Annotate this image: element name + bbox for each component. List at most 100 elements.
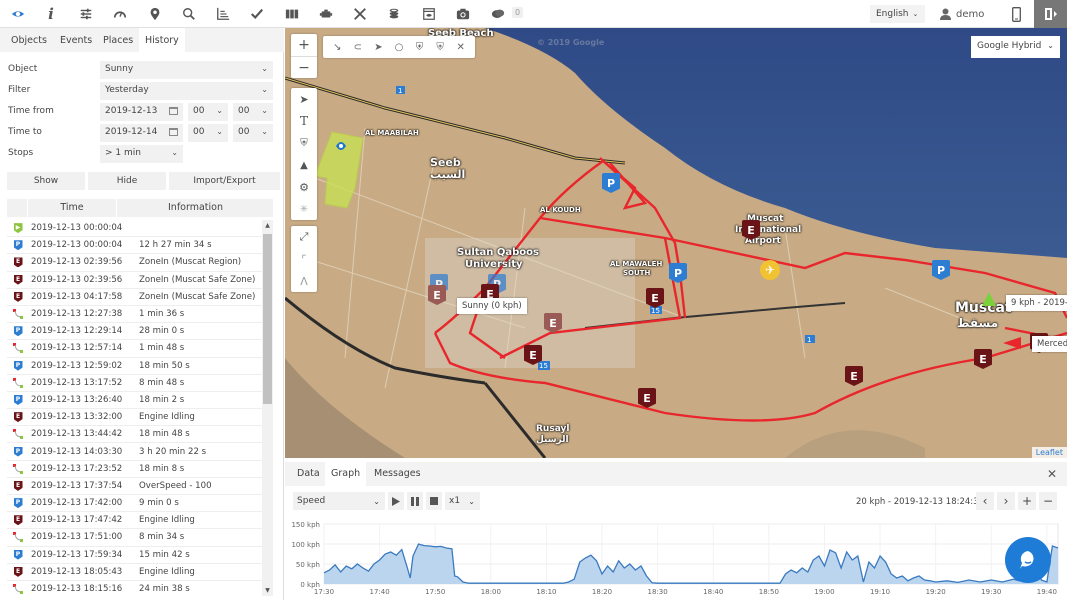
measure-icon[interactable]: Λ [291, 270, 317, 292]
stops-select[interactable]: > 1 min ⌄ [100, 145, 183, 163]
speedometer-icon[interactable] [110, 4, 130, 24]
history-row[interactable]: 2019-12-13 17:51:00 8 min 34 s [7, 529, 262, 547]
draw-marker-icon[interactable]: ⛨ [433, 40, 447, 54]
chat-icon[interactable] [488, 4, 508, 24]
search-icon[interactable] [179, 4, 199, 24]
object-select[interactable]: Sunny ⌄ [100, 61, 273, 79]
scroll-up-icon[interactable]: ▲ [262, 220, 273, 231]
history-row[interactable]: ▶ 2019-12-13 00:00:04 [7, 220, 262, 238]
show-button[interactable]: Show [7, 172, 85, 190]
graph-next-button[interactable]: › [997, 492, 1015, 510]
column-information[interactable]: Information [118, 199, 273, 217]
language-select[interactable]: English ⌄ [870, 5, 925, 23]
sliders-icon[interactable] [76, 4, 96, 24]
history-row[interactable]: 2019-12-13 13:17:52 8 min 48 s [7, 375, 262, 392]
history-row[interactable]: E 2019-12-13 02:39:56 ZoneIn (Muscat Regio… [7, 254, 262, 272]
history-row[interactable]: 2019-12-13 13:44:42 18 min 48 s [7, 426, 262, 444]
vehicle-arrow-icon[interactable] [1003, 337, 1021, 349]
history-row[interactable]: 2019-12-13 12:57:14 1 min 48 s [7, 340, 262, 358]
tools-icon[interactable] [350, 4, 370, 24]
pause-button[interactable] [407, 492, 423, 510]
draw-route-icon[interactable]: ⊂ [351, 40, 365, 54]
map-layer-select[interactable]: Google Hybrid ⌄ [971, 36, 1060, 58]
check-icon[interactable] [247, 4, 267, 24]
tab-data[interactable]: Data [291, 462, 326, 486]
history-row[interactable]: E 2019-12-13 13:32:00 Engine Idling [7, 409, 262, 427]
close-drawing-icon[interactable]: ✕ [454, 40, 468, 54]
column-time[interactable]: Time [27, 199, 117, 217]
history-scrollbar[interactable]: ▲ ▼ [262, 220, 273, 596]
tab-history[interactable]: History [139, 28, 185, 52]
map-marker-icon[interactable] [145, 4, 165, 24]
text-icon[interactable]: T [291, 110, 317, 132]
map-view[interactable]: 1 1 15 15 Seeb Beach © 2019 Google AL MA… [285, 28, 1067, 458]
zoom-in-button[interactable]: + [291, 34, 317, 56]
history-row[interactable]: P 2019-12-13 17:42:00 9 min 0 s [7, 495, 262, 513]
user-menu[interactable]: demo [940, 5, 984, 23]
playback-speed-select[interactable]: x1 ⌄ [445, 492, 480, 510]
graph-prev-button[interactable]: ‹ [976, 492, 994, 510]
time-from-date-input[interactable]: 2019-12-13 [100, 103, 183, 121]
chart-icon[interactable] [213, 4, 233, 24]
history-row[interactable]: 2019-12-13 17:23:52 18 min 8 s [7, 461, 262, 478]
tab-objects[interactable]: Objects [5, 28, 53, 52]
mobile-icon[interactable] [1008, 5, 1024, 23]
play-button[interactable] [388, 492, 404, 510]
object-marker-icon[interactable] [330, 140, 352, 152]
history-row[interactable]: P 2019-12-13 12:59:02 18 min 50 s [7, 358, 262, 375]
engine-icon[interactable] [316, 4, 336, 24]
browser-window-icon[interactable] [419, 4, 439, 24]
history-row[interactable]: P 2019-12-13 13:26:40 18 min 2 s [7, 392, 262, 410]
history-row[interactable]: E 2019-12-13 18:05:43 Engine Idling [7, 564, 262, 581]
graph-zoom-in-button[interactable]: + [1018, 492, 1036, 510]
hide-button[interactable]: Hide [88, 172, 166, 190]
time-to-minute-select[interactable]: 00 ⌄ [233, 124, 273, 142]
draw-circle-icon[interactable]: ○ [392, 40, 406, 54]
speed-chart[interactable]: 0 kph50 kph100 kph150 kph17:30 17:40 17:50… [285, 516, 1067, 600]
time-from-hour-select[interactable]: 00 ⌄ [188, 103, 228, 121]
history-row[interactable]: 2019-12-13 12:27:38 1 min 36 s [7, 306, 262, 324]
info-icon[interactable]: i [41, 4, 61, 24]
filter-select[interactable]: Yesterday ⌄ [100, 82, 273, 100]
tab-places[interactable]: Places [97, 28, 139, 52]
calendar-icon[interactable] [169, 107, 178, 115]
scrollbar-thumb[interactable] [263, 234, 272, 404]
logout-button[interactable] [1034, 0, 1067, 28]
tab-messages[interactable]: Messages [368, 462, 427, 486]
stop-button[interactable] [426, 492, 442, 510]
history-row[interactable]: P 2019-12-13 14:03:30 3 h 20 min 22 s [7, 443, 262, 461]
navigate-icon[interactable]: ➤ [291, 88, 317, 110]
time-to-date-input[interactable]: 2019-12-14 [100, 124, 183, 142]
coins-icon[interactable] [384, 4, 404, 24]
cluster-icon[interactable]: ✳ [291, 198, 317, 220]
history-row[interactable]: 2019-12-13 18:15:16 24 min 38 s [7, 581, 262, 596]
time-to-hour-select[interactable]: 00 ⌄ [188, 124, 228, 142]
graph-zoom-out-button[interactable]: − [1039, 492, 1057, 510]
close-panel-icon[interactable]: ✕ [1047, 467, 1057, 481]
zoom-out-button[interactable]: − [291, 56, 317, 78]
shield-icon[interactable]: ⛨ [291, 132, 317, 154]
settings-icon[interactable]: ⚙ [291, 176, 317, 198]
ruler-icon[interactable]: ⌜ [291, 248, 317, 270]
route-start-flag-icon[interactable] [982, 292, 996, 306]
draw-arrow-icon[interactable]: ➤ [371, 40, 385, 54]
import-export-button[interactable]: Import/Export [169, 172, 280, 190]
live-chat-button[interactable] [1005, 537, 1051, 583]
tab-events[interactable]: Events [54, 28, 98, 52]
eye-icon[interactable] [8, 4, 28, 24]
draw-zone-icon[interactable]: ⛨ [413, 40, 427, 54]
history-row[interactable]: P 2019-12-13 17:59:34 15 min 42 s [7, 547, 262, 564]
book-icon[interactable] [282, 4, 302, 24]
camera-icon[interactable] [453, 4, 473, 24]
history-row[interactable]: E 2019-12-13 04:17:58 ZoneIn (Muscat Safe … [7, 289, 262, 306]
tab-graph[interactable]: Graph [325, 462, 367, 486]
fullscreen-icon[interactable]: ⤢ [291, 226, 317, 248]
road-icon[interactable]: ▲ [291, 154, 317, 176]
history-row[interactable]: E 2019-12-13 17:37:54 OverSpeed - 100 [7, 478, 262, 495]
scroll-down-icon[interactable]: ▼ [262, 585, 273, 596]
draw-polyline-icon[interactable]: ↘ [330, 40, 344, 54]
leaflet-attribution-link[interactable]: Leaflet [1031, 447, 1067, 458]
history-row[interactable]: P 2019-12-13 00:00:04 12 h 27 min 34 s [7, 237, 262, 255]
history-row[interactable]: P 2019-12-13 12:29:14 28 min 0 s [7, 323, 262, 341]
history-row[interactable]: E 2019-12-13 17:47:42 Engine Idling [7, 512, 262, 530]
